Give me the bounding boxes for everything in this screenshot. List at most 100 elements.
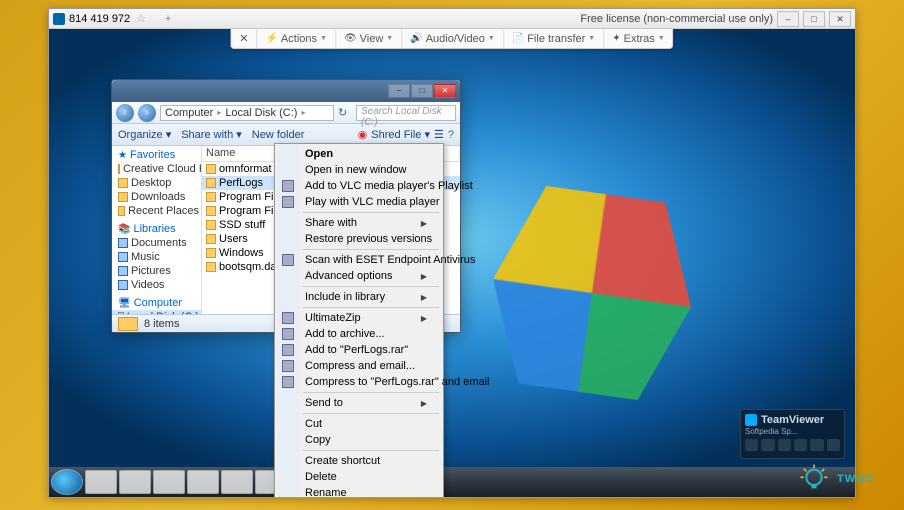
sidebar-favorites[interactable]: ★ Favorites bbox=[112, 148, 201, 162]
context-item[interactable]: Restore previous versions bbox=[277, 231, 441, 247]
context-item[interactable]: Compress and email... bbox=[277, 358, 441, 374]
context-item[interactable]: Add to "PerfLogs.rar" bbox=[277, 342, 441, 358]
taskbar-icon[interactable] bbox=[153, 470, 185, 494]
maximize-button[interactable]: □ bbox=[803, 11, 825, 27]
context-label: Add to VLC media player's Playlist bbox=[305, 180, 473, 192]
sidebar-item[interactable]: Desktop bbox=[112, 176, 201, 190]
context-label: Scan with ESET Endpoint Antivirus bbox=[305, 254, 475, 266]
close-button[interactable]: ✕ bbox=[829, 11, 851, 27]
back-button[interactable]: ‹ bbox=[116, 104, 134, 122]
context-item[interactable]: Send to▶ bbox=[277, 395, 441, 411]
minimize-button[interactable]: – bbox=[777, 11, 799, 27]
taskbar-icon[interactable] bbox=[221, 470, 253, 494]
folder-icon bbox=[206, 178, 216, 188]
search-input[interactable]: Search Local Disk (C:) bbox=[356, 105, 456, 121]
tab-title[interactable]: 814 419 972 bbox=[69, 13, 130, 25]
refresh-button[interactable]: ↻ bbox=[338, 106, 352, 120]
menu-icon bbox=[282, 312, 294, 324]
context-item[interactable]: Cut bbox=[277, 416, 441, 432]
toolbar-filetransfer[interactable]: 📄 File transfer▼ bbox=[504, 29, 604, 48]
sidebar-item[interactable]: Documents bbox=[112, 236, 201, 250]
panel-button[interactable] bbox=[745, 439, 758, 451]
context-item[interactable]: Open in new window bbox=[277, 162, 441, 178]
context-label: Open bbox=[305, 148, 333, 160]
context-item[interactable]: Scan with ESET Endpoint Antivirus bbox=[277, 252, 441, 268]
newfolder-button[interactable]: New folder bbox=[252, 129, 305, 141]
titlebar: 814 419 972 ☆ + Free license (non-commer… bbox=[49, 9, 855, 29]
context-item[interactable]: Share with▶ bbox=[277, 215, 441, 231]
remote-desktop[interactable]: SOFTPEDIA – □ ✕ ‹ › Computer▸ Local Disk… bbox=[49, 29, 855, 497]
panel-button[interactable] bbox=[794, 439, 807, 451]
context-item[interactable]: Open bbox=[277, 146, 441, 162]
panel-button[interactable] bbox=[778, 439, 791, 451]
library-icon bbox=[118, 238, 128, 248]
context-item[interactable]: Compress to "PerfLogs.rar" and email bbox=[277, 374, 441, 390]
context-item[interactable]: Play with VLC media player bbox=[277, 194, 441, 210]
panel-title: TeamViewer bbox=[761, 414, 824, 426]
toolbar-close[interactable]: ✕ bbox=[231, 29, 257, 48]
context-item[interactable]: Include in library▶ bbox=[277, 289, 441, 305]
context-label: Compress to "PerfLogs.rar" and email bbox=[305, 376, 490, 388]
library-icon bbox=[118, 280, 128, 290]
context-item[interactable]: Copy bbox=[277, 432, 441, 448]
star-icon[interactable]: ☆ bbox=[136, 12, 146, 25]
context-item[interactable]: Create shortcut bbox=[277, 453, 441, 469]
taskbar-icon[interactable] bbox=[187, 470, 219, 494]
panel-button[interactable] bbox=[827, 439, 840, 451]
submenu-arrow-icon: ▶ bbox=[421, 219, 427, 228]
explorer-titlebar[interactable]: – □ ✕ bbox=[112, 80, 460, 102]
sidebar-item[interactable]: Creative Cloud Fi bbox=[112, 162, 201, 176]
app-icon bbox=[53, 13, 65, 25]
context-label: Copy bbox=[305, 434, 331, 446]
new-tab-button[interactable]: + bbox=[160, 11, 176, 27]
explorer-close[interactable]: ✕ bbox=[434, 84, 456, 98]
sidebar-libraries[interactable]: 📚 Libraries bbox=[112, 222, 201, 236]
sidebar-item[interactable]: Music bbox=[112, 250, 201, 264]
toolbar-view[interactable]: 👁 View▼ bbox=[336, 29, 402, 48]
sidebar-item[interactable]: Pictures bbox=[112, 264, 201, 278]
explorer-maximize[interactable]: □ bbox=[411, 84, 433, 98]
context-label: Advanced options bbox=[305, 270, 392, 282]
toolbar-audiovideo[interactable]: 🔊 Audio/Video▼ bbox=[402, 29, 504, 48]
breadcrumb-part[interactable]: Local Disk (C:) bbox=[225, 106, 297, 120]
breadcrumb-part[interactable]: Computer bbox=[165, 106, 213, 120]
forward-button[interactable]: › bbox=[138, 104, 156, 122]
shredfile-button[interactable]: Shred File ▾ bbox=[371, 128, 430, 141]
context-item[interactable]: Advanced options▶ bbox=[277, 268, 441, 284]
sidebar-item[interactable]: Downloads bbox=[112, 190, 201, 204]
taskbar[interactable] bbox=[49, 467, 855, 497]
context-item[interactable]: Rename bbox=[277, 485, 441, 497]
toolbar-extras[interactable]: ✦ Extras▼ bbox=[604, 29, 673, 48]
help-icon[interactable]: ? bbox=[448, 129, 454, 141]
menu-icon bbox=[282, 196, 294, 208]
taskbar-icon[interactable] bbox=[85, 470, 117, 494]
context-label: Include in library bbox=[305, 291, 385, 303]
explorer-minimize[interactable]: – bbox=[388, 84, 410, 98]
menu-icon bbox=[282, 180, 294, 192]
breadcrumb[interactable]: Computer▸ Local Disk (C:)▸ bbox=[160, 105, 334, 121]
sidebar-item[interactable]: Recent Places bbox=[112, 204, 201, 218]
sharewith-button[interactable]: Share with ▾ bbox=[181, 128, 242, 141]
context-label: Delete bbox=[305, 471, 337, 483]
context-item[interactable]: Add to archive... bbox=[277, 326, 441, 342]
sidebar-computer[interactable]: 🖥 Computer bbox=[112, 296, 201, 310]
context-label: Cut bbox=[305, 418, 322, 430]
sidebar-item[interactable]: Local Disk (C:) bbox=[112, 310, 201, 314]
teamviewer-panel[interactable]: TeamViewer Softpedia Sp... bbox=[740, 409, 845, 459]
context-label: Add to "PerfLogs.rar" bbox=[305, 344, 408, 356]
start-button[interactable] bbox=[51, 469, 83, 495]
library-icon bbox=[118, 252, 128, 262]
panel-button[interactable] bbox=[761, 439, 774, 451]
panel-button[interactable] bbox=[810, 439, 823, 451]
context-item[interactable]: Delete bbox=[277, 469, 441, 485]
organize-button[interactable]: Organize ▾ bbox=[118, 128, 171, 141]
view-icon[interactable]: ☰ bbox=[434, 128, 444, 141]
sidebar-item[interactable]: Videos bbox=[112, 278, 201, 292]
taskbar-icon[interactable] bbox=[119, 470, 151, 494]
context-item[interactable]: UltimateZip▶ bbox=[277, 310, 441, 326]
status-text: 8 items bbox=[144, 318, 179, 330]
context-item[interactable]: Add to VLC media player's Playlist bbox=[277, 178, 441, 194]
twos-logo: TWOS bbox=[797, 462, 874, 496]
toolbar-actions[interactable]: ⚡ Actions▼ bbox=[257, 29, 335, 48]
menu-icon bbox=[282, 344, 294, 356]
